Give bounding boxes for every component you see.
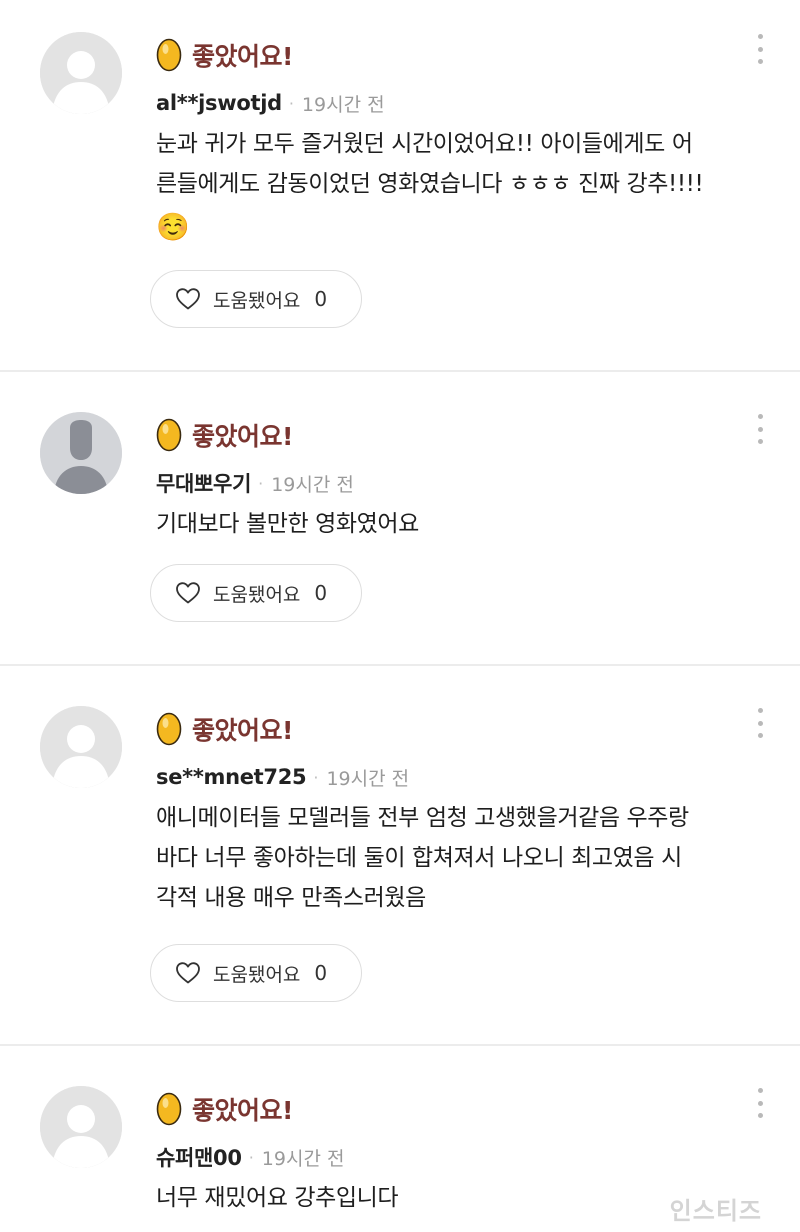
rating-label: 좋았어요! [192, 1096, 293, 1125]
watermark: 인스티즈 [669, 1197, 762, 1225]
golden-egg-icon [156, 1092, 182, 1126]
rating: 좋았어요! [156, 416, 293, 454]
comment-item: 좋았어요! al**jswotjd · 19시간 전 눈과 귀가 모두 즐거웠던… [0, 0, 800, 370]
comment-text: 애니메이터들 모델러들 전부 엄청 고생했을거같음 우주랑 바다 너무 좋아하는… [156, 798, 776, 918]
more-options-icon[interactable] [750, 1088, 770, 1118]
comment-meta: 무대뽀우기 · 19시간 전 [156, 468, 354, 498]
rating-label: 좋았어요! [192, 716, 293, 745]
divider [0, 664, 800, 666]
rating-label: 좋았어요! [192, 422, 293, 451]
comment-item: 좋았어요! se**mnet725 · 19시간 전 애니메이터들 모델러들 전… [0, 674, 800, 1044]
helpful-count: 0 [314, 961, 328, 985]
comment-meta: se**mnet725 · 19시간 전 [156, 762, 409, 792]
helpful-count: 0 [314, 287, 328, 311]
comment-line: 애니메이터들 모델러들 전부 엄청 고생했을거같음 우주랑 [156, 805, 689, 831]
separator-dot: · [248, 1147, 254, 1167]
comment-item: 좋았어요! 무대뽀우기 · 19시간 전 기대보다 볼만한 영화였어요 도움됐어… [0, 380, 800, 664]
avatar[interactable] [40, 412, 122, 494]
rating-label: 좋았어요! [192, 42, 293, 71]
comment-line: 각적 내용 매우 만족스러웠음 [156, 885, 426, 911]
golden-egg-icon [156, 38, 182, 72]
comment-text: 기대보다 볼만한 영화였어요 [156, 504, 776, 544]
helpful-label: 도움됐어요 [213, 289, 301, 312]
comment-text: 눈과 귀가 모두 즐거웠던 시간이었어요!! 아이들에게도 어 른들에게도 감동… [156, 124, 776, 248]
divider [0, 370, 800, 372]
heart-icon [176, 288, 200, 310]
username[interactable]: al**jswotjd [156, 91, 282, 115]
separator-dot: · [288, 93, 294, 113]
golden-egg-icon [156, 712, 182, 746]
helpful-label: 도움됐어요 [213, 963, 301, 986]
separator-dot: · [313, 767, 319, 787]
username[interactable]: se**mnet725 [156, 765, 307, 789]
timestamp: 19시간 전 [301, 93, 385, 116]
smiling-emoji: ☺️ [156, 212, 190, 243]
helpful-button[interactable]: 도움됐어요 0 [150, 944, 362, 1002]
helpful-button[interactable]: 도움됐어요 0 [150, 564, 362, 622]
helpful-label: 도움됐어요 [213, 583, 301, 606]
username[interactable]: 무대뽀우기 [156, 468, 251, 498]
separator-dot: · [258, 473, 264, 493]
comment-line: 눈과 귀가 모두 즐거웠던 시간이었어요!! 아이들에게도 어 [156, 131, 693, 157]
avatar[interactable] [40, 32, 122, 114]
timestamp: 19시간 전 [271, 473, 354, 496]
rating: 좋았어요! [156, 710, 293, 748]
timestamp: 19시간 전 [326, 767, 410, 790]
helpful-button[interactable]: 도움됐어요 0 [150, 270, 362, 328]
comment-line: 른들에게도 감동이었던 영화였습니다 ㅎㅎㅎ 진짜 강추!!!! [156, 171, 704, 197]
more-options-icon[interactable] [750, 34, 770, 64]
helpful-count: 0 [314, 581, 328, 605]
more-options-icon[interactable] [750, 414, 770, 444]
rating: 좋았어요! [156, 36, 293, 74]
comment-line: 바다 너무 좋아하는데 둘이 합쳐져서 나오니 최고였음 시 [156, 845, 682, 871]
heart-icon [176, 582, 200, 604]
timestamp: 19시간 전 [261, 1147, 345, 1170]
golden-egg-icon [156, 418, 182, 452]
heart-icon [176, 962, 200, 984]
avatar[interactable] [40, 1086, 122, 1168]
avatar[interactable] [40, 706, 122, 788]
username[interactable]: 슈퍼맨00 [156, 1142, 242, 1172]
comment-meta: al**jswotjd · 19시간 전 [156, 88, 385, 118]
comment-meta: 슈퍼맨00 · 19시간 전 [156, 1142, 344, 1172]
rating: 좋았어요! [156, 1090, 293, 1128]
more-options-icon[interactable] [750, 708, 770, 738]
comment-line: 기대보다 볼만한 영화였어요 [156, 511, 419, 537]
divider [0, 1044, 800, 1046]
